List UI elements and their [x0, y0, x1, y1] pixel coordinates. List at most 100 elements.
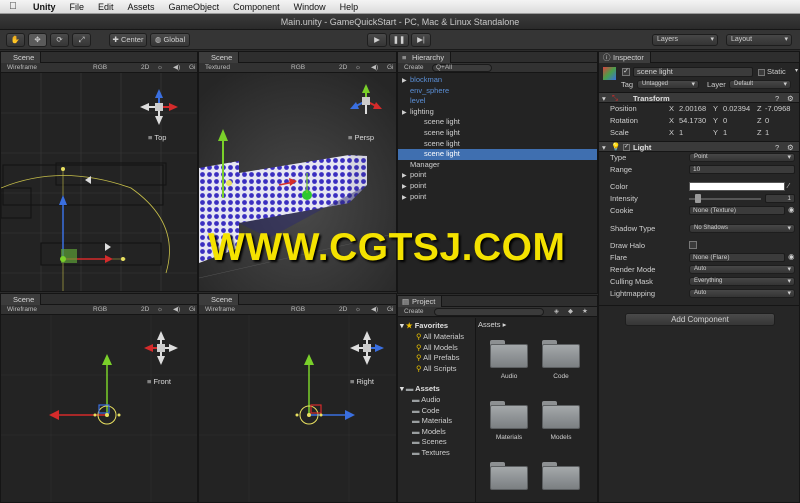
hierarchy-search-input[interactable]: Q+All [432, 64, 492, 72]
menu-component[interactable]: Component [226, 2, 287, 12]
favorite-star-icon[interactable]: ★ [582, 307, 588, 317]
render-mode-dropdown[interactable]: Textured [205, 63, 230, 73]
rotate-tool-button[interactable]: ⟳ [50, 33, 69, 47]
hierarchy-item[interactable]: scene light [398, 149, 597, 160]
position-x-field[interactable]: 2.00168 [679, 104, 706, 113]
transform-header[interactable]: ▾ ⤡ Transform ? ⚙ [599, 92, 799, 103]
tab-scene[interactable]: Scene [199, 294, 240, 305]
menu-unity[interactable]: Unity [26, 2, 63, 12]
asset-folder-item[interactable]: ▬ Materials [412, 416, 452, 426]
channel-dropdown[interactable]: RGB [93, 305, 107, 315]
eyedropper-icon[interactable]: ⁄ [788, 181, 789, 190]
object-name-field[interactable]: scene light [633, 67, 753, 77]
add-component-button[interactable]: Add Component [625, 313, 775, 326]
gizmos-dropdown[interactable]: Gi [387, 63, 394, 73]
view-label-persp[interactable]: ≡ Persp [348, 133, 374, 142]
lightmapping-dropdown[interactable]: Auto [689, 289, 795, 298]
gear-icon[interactable]: ⚙ [787, 94, 794, 103]
asset-folder-item[interactable]: ▬ Audio [412, 395, 440, 405]
render-mode-dropdown[interactable]: Wireframe [7, 305, 37, 315]
scale-z-field[interactable]: 1 [765, 128, 769, 137]
favorites-header[interactable]: ▾ ★ Favorites [400, 321, 448, 331]
range-field[interactable]: 10 [689, 165, 795, 174]
help-icon[interactable]: ? [775, 94, 779, 103]
hierarchy-item[interactable]: ▶ lighting [398, 107, 597, 118]
audio-toggle-icon[interactable]: ◀) [371, 63, 378, 73]
layout-dropdown[interactable]: Layout [726, 34, 792, 46]
rotation-z-field[interactable]: 0 [765, 116, 769, 125]
layer-dropdown[interactable]: Default [729, 80, 791, 89]
light-header[interactable]: ▾ 💡 ✓ Light ? ⚙ [599, 141, 799, 152]
active-checkbox[interactable]: ✓ [622, 68, 630, 76]
play-button[interactable]: ▶ [367, 33, 387, 47]
menu-window[interactable]: Window [287, 2, 333, 12]
render-mode-dropdown[interactable]: Auto [689, 265, 795, 274]
scale-y-field[interactable]: 1 [723, 128, 727, 137]
layers-dropdown[interactable]: Layers [652, 34, 718, 46]
position-z-field[interactable]: -7.0968 [765, 104, 790, 113]
create-dropdown[interactable]: Create [404, 307, 424, 317]
expand-arrow-icon[interactable]: ▶ [402, 193, 410, 204]
asset-folder-item[interactable]: ▬ Scenes [412, 437, 447, 447]
flare-field[interactable]: None (Flare) [689, 253, 785, 262]
intensity-slider-thumb[interactable] [695, 194, 701, 203]
position-y-field[interactable]: 0.02394 [723, 104, 750, 113]
apple-icon[interactable]:  [0, 1, 26, 12]
folder-icon[interactable] [490, 401, 528, 429]
folder-icon[interactable] [542, 340, 580, 368]
object-picker-icon[interactable]: ◉ [788, 205, 795, 214]
tab-scene[interactable]: Scene [199, 52, 240, 63]
tab-inspector[interactable]: ⓘ Inspector [599, 52, 651, 63]
tab-scene[interactable]: Scene [1, 294, 42, 305]
asset-folder-item[interactable]: ▬ Models [412, 427, 446, 437]
intensity-field[interactable]: 1 [765, 194, 795, 203]
filter-type-icon[interactable]: ◈ [554, 307, 559, 317]
tab-hierarchy[interactable]: ≡ Hierarchy [398, 52, 452, 63]
2d-toggle[interactable]: 2D [339, 305, 347, 315]
hierarchy-item[interactable]: ▶ blockman [398, 75, 597, 86]
pause-button[interactable]: ❚❚ [389, 33, 409, 47]
view-label-right[interactable]: ≡ Right [350, 377, 374, 386]
hierarchy-item[interactable]: scene light [398, 139, 597, 150]
tag-dropdown[interactable]: Untagged [637, 80, 699, 89]
hierarchy-item[interactable]: level [398, 96, 597, 107]
draw-halo-checkbox[interactable] [689, 241, 697, 249]
lighting-toggle-icon[interactable]: ☼ [355, 305, 361, 315]
folder-icon[interactable] [542, 401, 580, 429]
audio-toggle-icon[interactable]: ◀) [173, 63, 180, 73]
2d-toggle[interactable]: 2D [141, 63, 149, 73]
lighting-toggle-icon[interactable]: ☼ [157, 63, 163, 73]
cookie-field[interactable]: None (Texture) [689, 206, 785, 215]
hierarchy-item[interactable]: scene light [398, 117, 597, 128]
static-dropdown-icon[interactable]: ▾ [795, 67, 798, 74]
gizmos-dropdown[interactable]: Gi [387, 305, 394, 315]
view-label-top[interactable]: ≡ Top [148, 133, 166, 142]
rotation-x-field[interactable]: 54.1730 [679, 116, 706, 125]
scene-view-top[interactable]: Scene Wireframe RGB 2D ☼ ◀) Gi ≡ Top [0, 51, 198, 292]
type-dropdown[interactable]: Point [689, 153, 795, 162]
tab-project[interactable]: ▤ Project [398, 296, 443, 307]
audio-toggle-icon[interactable]: ◀) [173, 305, 180, 315]
hierarchy-item[interactable]: env_sphere [398, 86, 597, 97]
render-mode-dropdown[interactable]: Wireframe [205, 305, 235, 315]
scale-x-field[interactable]: 1 [679, 128, 683, 137]
gizmos-dropdown[interactable]: Gi [189, 305, 196, 315]
scene-view-right[interactable]: Scene Wireframe RGB 2D ☼ ◀) Gi ≡ Right [198, 293, 397, 503]
menu-assets[interactable]: Assets [121, 2, 162, 12]
help-icon[interactable]: ? [775, 143, 779, 152]
hierarchy-item[interactable]: scene light [398, 128, 597, 139]
shadow-type-dropdown[interactable]: No Shadows [689, 224, 795, 233]
pivot-center-button[interactable]: ✚ Center [109, 33, 147, 47]
audio-toggle-icon[interactable]: ◀) [371, 305, 378, 315]
color-swatch[interactable] [689, 182, 785, 191]
asset-folder-item[interactable]: ▬ Code [412, 406, 440, 416]
2d-toggle[interactable]: 2D [141, 305, 149, 315]
hierarchy-item[interactable]: ▶ point [398, 192, 597, 203]
assets-header[interactable]: ▾ ▬ Assets [400, 384, 440, 394]
lighting-toggle-icon[interactable]: ☼ [157, 305, 163, 315]
space-global-button[interactable]: ◍ Global [150, 33, 190, 47]
channel-dropdown[interactable]: RGB [291, 63, 305, 73]
menu-file[interactable]: File [63, 2, 92, 12]
step-button[interactable]: ▶| [411, 33, 431, 47]
favorite-item[interactable]: ⚲ All Materials [416, 332, 464, 342]
